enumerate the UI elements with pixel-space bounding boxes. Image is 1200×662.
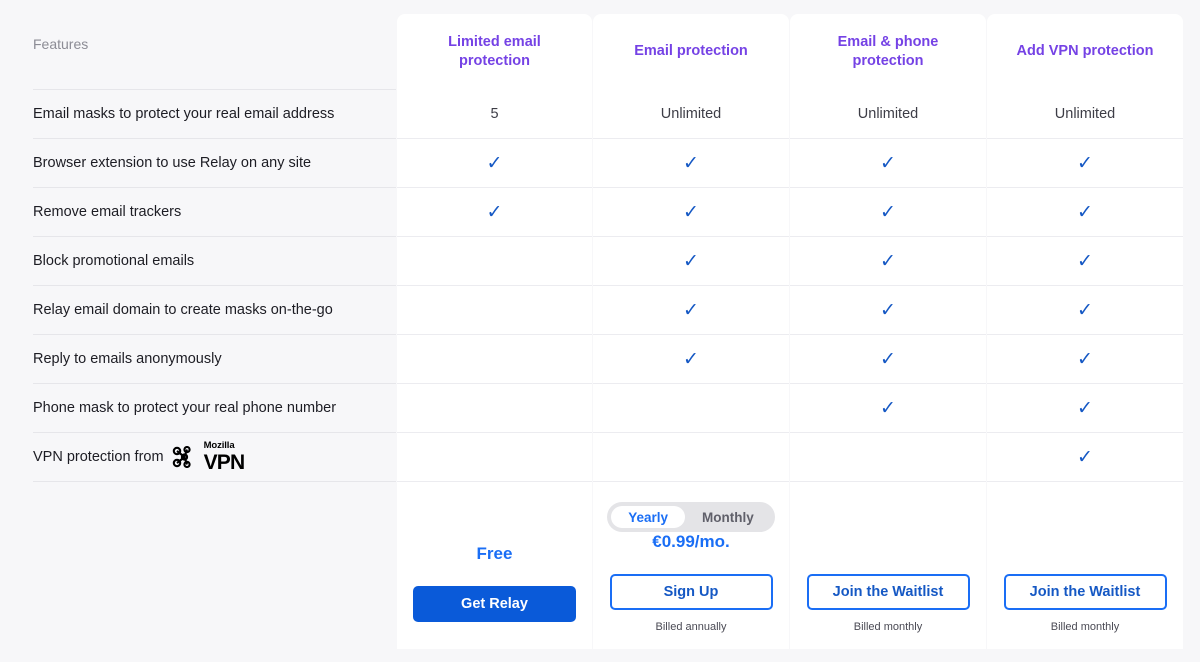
sign-up-button[interactable]: Sign Up xyxy=(609,574,773,610)
plan-column-limited-email-protection: Limited email protection 5 ✓ ✓ Free Get … xyxy=(397,14,592,649)
plan-cell-check: ✓ xyxy=(987,384,1183,433)
check-icon: ✓ xyxy=(880,397,896,419)
feature-label-row: Relay email domain to create masks on-th… xyxy=(33,286,396,335)
plan-cell-check: ✓ xyxy=(397,188,592,237)
plan-header: Add VPN protection xyxy=(1016,43,1154,60)
plan-cell-check: ✓ xyxy=(593,188,789,237)
plan-cell-check: ✓ xyxy=(790,188,986,237)
join-waitlist-button[interactable]: Join the Waitlist xyxy=(806,574,970,610)
billing-note: Billed monthly xyxy=(853,621,923,633)
feature-label-row: Remove email trackers xyxy=(33,188,396,237)
plan-footer: Free Get Relay xyxy=(397,482,592,649)
get-relay-button[interactable]: Get Relay xyxy=(413,586,576,622)
plan-column-email-protection: Email protection Unlimited ✓ ✓ ✓ ✓ ✓ Yea… xyxy=(593,14,789,649)
billing-note: Billed monthly xyxy=(1050,621,1120,633)
plan-cell-check: ✓ xyxy=(790,384,986,433)
join-waitlist-button[interactable]: Join the Waitlist xyxy=(1003,574,1167,610)
plan-cell-empty xyxy=(593,433,789,482)
check-icon: ✓ xyxy=(880,201,896,223)
plan-cell-check: ✓ xyxy=(593,139,789,188)
check-icon: ✓ xyxy=(1077,397,1093,419)
plan-cell-check: ✓ xyxy=(397,139,592,188)
feature-label-row: Browser extension to use Relay on any si… xyxy=(33,139,396,188)
plan-cell-check: ✓ xyxy=(790,335,986,384)
check-icon: ✓ xyxy=(880,250,896,272)
plan-cell-empty xyxy=(790,433,986,482)
plan-header: Email & phone protection xyxy=(837,33,939,69)
plan-column-email-phone-protection: Email & phone protection Unlimited ✓ ✓ ✓… xyxy=(790,14,986,649)
plan-footer: Join the Waitlist Billed monthly xyxy=(987,482,1183,649)
plan-cell-check: ✓ xyxy=(987,335,1183,384)
plan-cell-check: ✓ xyxy=(987,433,1183,482)
check-icon: ✓ xyxy=(683,250,699,272)
check-icon: ✓ xyxy=(880,299,896,321)
billing-period-toggle[interactable]: Yearly Monthly xyxy=(607,502,775,532)
plan-cell-check: ✓ xyxy=(790,286,986,335)
plan-cell-check: ✓ xyxy=(987,139,1183,188)
check-icon: ✓ xyxy=(486,201,503,223)
vpn-nodes-icon xyxy=(172,446,191,468)
check-icon: ✓ xyxy=(1077,299,1093,321)
plan-cell-empty xyxy=(397,286,592,335)
plan-footer: Yearly Monthly €0.99/mo. Sign Up Billed … xyxy=(593,482,789,649)
toggle-option-yearly[interactable]: Yearly xyxy=(611,506,686,528)
plan-column-add-vpn-protection: Add VPN protection Unlimited ✓ ✓ ✓ ✓ ✓ ✓… xyxy=(987,14,1183,649)
check-icon: ✓ xyxy=(1077,201,1093,223)
features-header: Features xyxy=(33,0,396,90)
plan-cell-check: ✓ xyxy=(790,139,986,188)
feature-label-text: VPN protection from xyxy=(33,449,164,465)
plan-cell-value: 5 xyxy=(397,90,592,139)
check-icon: ✓ xyxy=(683,348,699,370)
plan-price: Free xyxy=(476,544,513,563)
toggle-option-monthly[interactable]: Monthly xyxy=(685,506,771,528)
plan-header: Email protection xyxy=(634,43,748,60)
plan-footer: Join the Waitlist Billed monthly xyxy=(790,482,986,649)
check-icon: ✓ xyxy=(683,299,699,321)
features-column: Features Email masks to protect your rea… xyxy=(0,0,396,649)
check-icon: ✓ xyxy=(1077,152,1093,174)
plan-cell-empty xyxy=(593,384,789,433)
plan-header: Limited email protection xyxy=(448,33,541,69)
check-icon: ✓ xyxy=(683,201,699,223)
check-icon: ✓ xyxy=(1077,348,1093,370)
feature-label-row: Phone mask to protect your real phone nu… xyxy=(33,384,396,433)
vpn-text: VPN xyxy=(203,450,246,474)
check-icon: ✓ xyxy=(683,152,699,174)
feature-label-row: Reply to emails anonymously xyxy=(33,335,396,384)
plan-cell-check: ✓ xyxy=(987,286,1183,335)
check-icon: ✓ xyxy=(880,152,896,174)
vpn-wordmark: Mozilla VPN xyxy=(203,440,246,474)
plan-cell-value: Unlimited xyxy=(593,90,789,139)
plan-cell-value: Unlimited xyxy=(790,90,986,139)
plan-cell-value: Unlimited xyxy=(987,90,1183,139)
pricing-comparison-table: Features Email masks to protect your rea… xyxy=(0,0,1200,662)
plan-cell-check: ✓ xyxy=(790,237,986,286)
check-icon: ✓ xyxy=(1077,250,1093,272)
plan-cell-check: ✓ xyxy=(987,237,1183,286)
plan-cell-empty xyxy=(397,384,592,433)
plan-cell-check: ✓ xyxy=(593,286,789,335)
plan-price: €0.99/mo. xyxy=(652,532,730,551)
billing-note: Billed annually xyxy=(655,621,727,633)
plan-cell-check: ✓ xyxy=(987,188,1183,237)
mozilla-text: Mozilla xyxy=(203,440,235,452)
plan-cell-check: ✓ xyxy=(593,335,789,384)
check-icon: ✓ xyxy=(486,152,503,174)
plan-cell-empty xyxy=(397,433,592,482)
feature-label-row: Email masks to protect your real email a… xyxy=(33,90,396,139)
plan-cell-empty xyxy=(397,335,592,384)
check-icon: ✓ xyxy=(1077,446,1093,468)
feature-label-row-vpn: VPN protection from Mozilla VPN xyxy=(33,433,396,482)
check-icon: ✓ xyxy=(880,348,896,370)
mozilla-vpn-logo: Mozilla VPN xyxy=(172,441,245,473)
plan-cell-check: ✓ xyxy=(593,237,789,286)
plan-cell-empty xyxy=(397,237,592,286)
features-footer-spacer xyxy=(0,482,396,649)
feature-label-row: Block promotional emails xyxy=(33,237,396,286)
